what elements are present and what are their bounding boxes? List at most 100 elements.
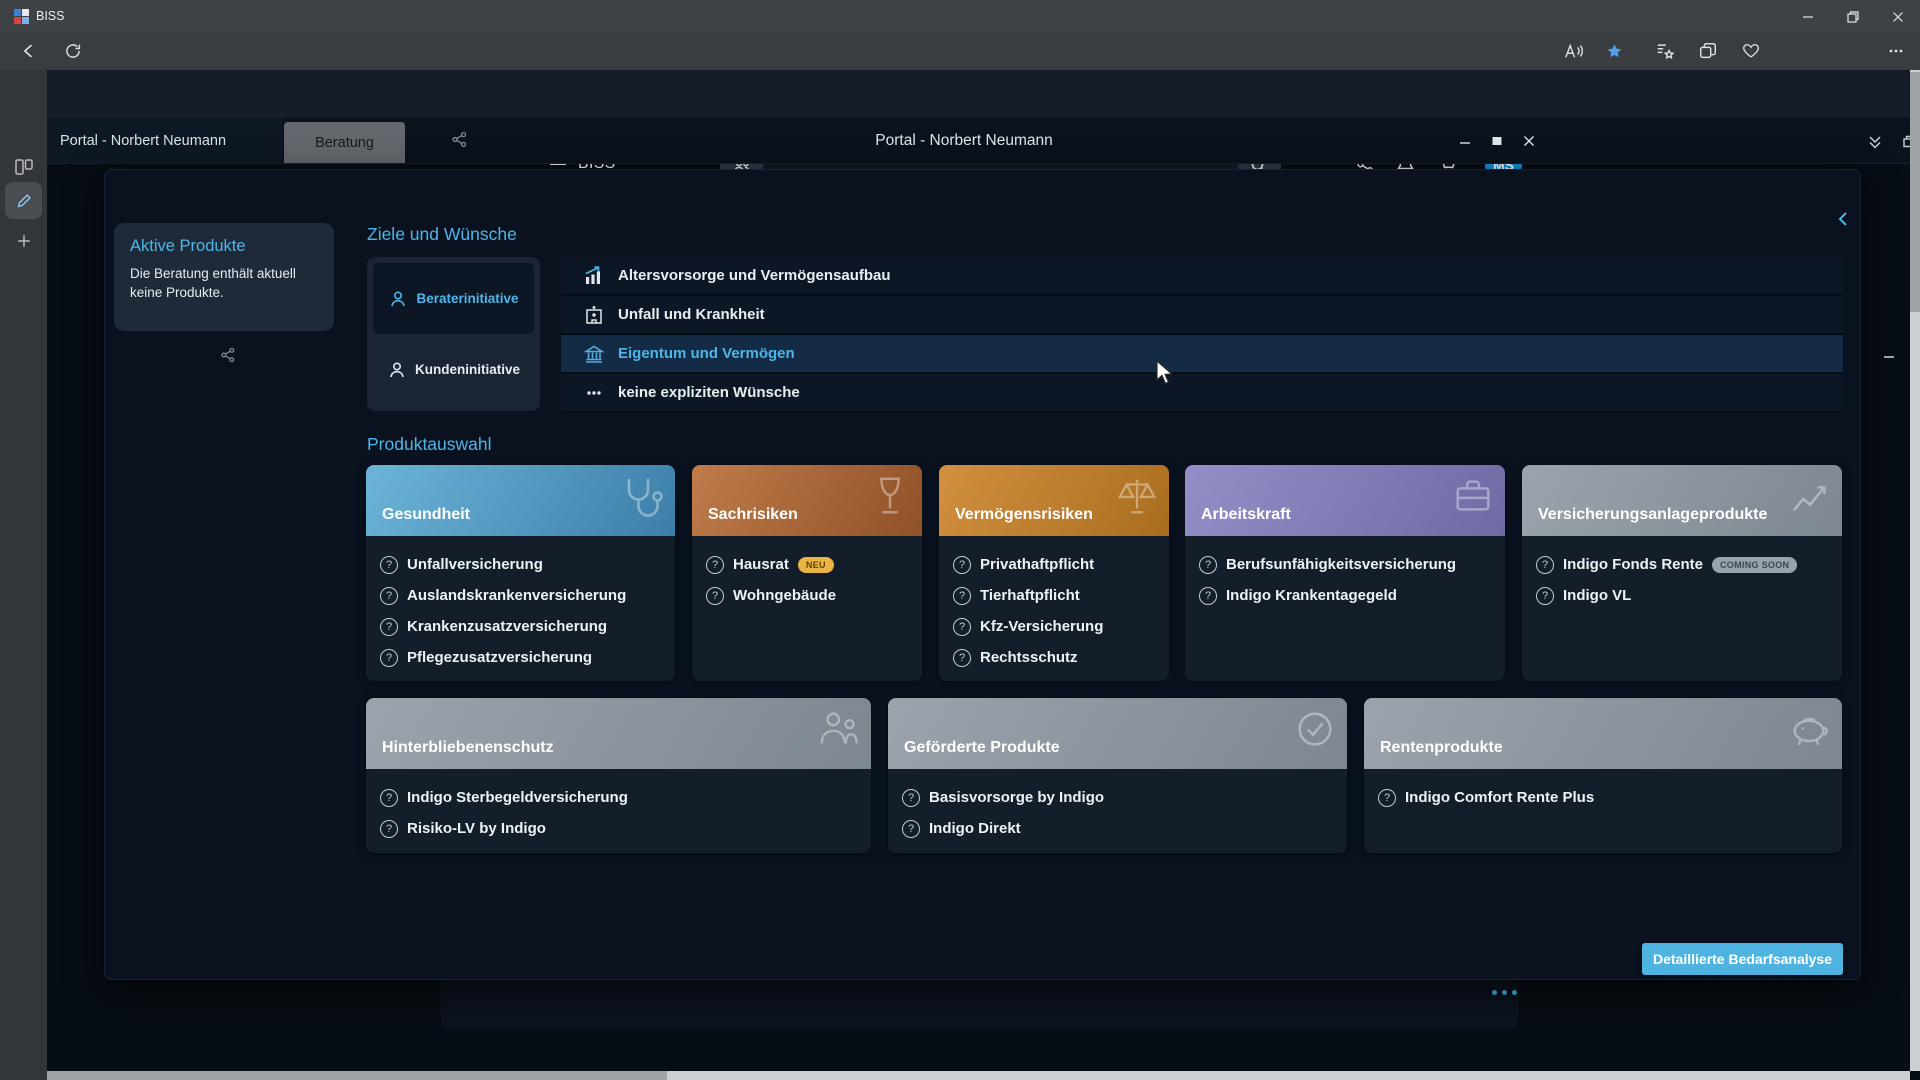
favorite-star-icon[interactable] <box>1597 37 1631 65</box>
help-icon: ? <box>1536 587 1554 605</box>
read-aloud-icon[interactable] <box>1557 37 1591 65</box>
active-products-title: Aktive Produkte <box>130 237 318 256</box>
active-products-body: Die Beratung enthält aktuell keine Produ… <box>130 265 318 303</box>
tab-portal[interactable]: Portal - Norbert Neumann <box>47 118 282 163</box>
product-item[interactable]: ? Indigo Fonds Rente COMING SOON <box>1536 549 1828 580</box>
help-icon: ? <box>953 556 971 574</box>
product-card-hinterbliebenenschutz: Hinterbliebenenschutz ?Indigo Sterbegeld… <box>366 698 871 853</box>
beratung-window-titlebar: Beratung <box>104 169 1861 203</box>
card-title: Vermögensrisiken <box>955 506 1093 524</box>
portal-maximize-button[interactable] <box>1484 128 1510 154</box>
product-item[interactable]: ? Privathaftpflicht <box>953 549 1155 580</box>
goal-row-eigentum[interactable]: Eigentum und Vermögen <box>561 335 1843 374</box>
browser-tab-title[interactable]: BISS <box>36 9 65 23</box>
beratung-minimize-button[interactable] <box>1876 342 1902 368</box>
collapse-panel-chevron-icon[interactable] <box>1838 212 1848 226</box>
card-title: Versicherungsanlageprodukte <box>1538 506 1767 524</box>
back-icon[interactable] <box>12 37 46 65</box>
help-icon: ? <box>902 820 920 838</box>
product-label: Hausrat <box>733 556 789 573</box>
product-item[interactable]: ? Hausrat NEU <box>706 549 908 580</box>
help-icon: ? <box>953 618 971 636</box>
help-icon: ? <box>380 789 398 807</box>
window-minimize-button[interactable] <box>1785 0 1830 33</box>
active-products-card: Aktive Produkte Die Beratung enthält akt… <box>114 223 334 331</box>
product-item[interactable]: ?Indigo Comfort Rente Plus <box>1378 782 1828 813</box>
product-item[interactable]: ?Auslandskrankenversicherung <box>380 580 661 611</box>
window-close-button[interactable] <box>1875 0 1920 33</box>
vertical-scrollbar-thumb[interactable] <box>1910 72 1920 312</box>
goal-row-altersvorsorge[interactable]: Altersvorsorge und Vermögensaufbau <box>561 257 1843 296</box>
product-item[interactable]: ?Unfallversicherung <box>380 549 661 580</box>
product-card-rentenprodukte: Rentenprodukte ?Indigo Comfort Rente Plu… <box>1364 698 1842 853</box>
beratung-window-icon <box>220 347 236 363</box>
tab-beratung[interactable]: Beratung <box>284 122 405 163</box>
browser-titlebar: BISS <box>0 0 1920 33</box>
product-label: Berufsunfähigkeitsversicherung <box>1226 556 1456 573</box>
horizontal-scrollbar-thumb[interactable] <box>47 1071 667 1080</box>
product-item[interactable]: ?Wohngebäude <box>706 580 908 611</box>
product-item[interactable]: ?Kfz-Versicherung <box>953 611 1155 642</box>
piggy-bank-icon <box>1788 707 1832 751</box>
product-label: Indigo Fonds Rente <box>1563 556 1703 573</box>
app-header: BISS <box>47 70 1910 118</box>
product-label: Krankenzusatzversicherung <box>407 618 607 635</box>
product-label: Indigo Comfort Rente Plus <box>1405 789 1594 806</box>
product-label: Wohngebäude <box>733 587 836 604</box>
initiative-panel: Beraterinitiative Kundeninitiative <box>367 257 540 411</box>
more-menu-icon[interactable] <box>1492 990 1517 995</box>
goal-row-keine-wuensche[interactable]: keine expliziten Wünsche <box>561 374 1843 413</box>
goals-list: Altersvorsorge und Vermögensaufbau Unfal… <box>561 257 1843 413</box>
new-tab-icon[interactable] <box>5 222 42 259</box>
initiative-berater-button[interactable]: Beraterinitiative <box>373 263 534 334</box>
vertical-tabs-icon[interactable] <box>5 148 42 185</box>
product-item[interactable]: ?Tierhaftpflicht <box>953 580 1155 611</box>
family-icon <box>817 707 861 751</box>
product-item[interactable]: ? Basisvorsorge by Indigo <box>902 782 1333 813</box>
help-icon: ? <box>902 789 920 807</box>
goal-label: Eigentum und Vermögen <box>618 345 795 362</box>
collections-icon[interactable] <box>1691 37 1725 65</box>
product-item[interactable]: ?Krankenzusatzversicherung <box>380 611 661 642</box>
detail-analysis-button[interactable]: Detaillierte Bedarfsanalyse <box>1642 943 1843 975</box>
detail-analysis-label: Detaillierte Bedarfsanalyse <box>1653 951 1832 967</box>
scales-icon <box>1115 474 1159 518</box>
product-item[interactable]: ?Indigo VL <box>1536 580 1828 611</box>
browser-menu-icon[interactable] <box>1879 37 1913 65</box>
coming-soon-badge: COMING SOON <box>1712 557 1797 573</box>
product-item[interactable]: ?Risiko-LV by Indigo <box>380 813 857 844</box>
goal-row-unfall[interactable]: Unfall und Krankheit <box>561 296 1843 335</box>
initiative-kunden-button[interactable]: Kundeninitiative <box>373 334 534 405</box>
product-item[interactable]: ?Rechtsschutz <box>953 642 1155 673</box>
product-label: Basisvorsorge by Indigo <box>929 789 1104 806</box>
help-icon: ? <box>953 649 971 667</box>
portal-close-button[interactable] <box>1516 128 1542 154</box>
favorites-bar-icon[interactable] <box>1648 37 1682 65</box>
product-label: Unfallversicherung <box>407 556 543 573</box>
product-label: Privathaftpflicht <box>980 556 1094 573</box>
browser-essentials-icon[interactable] <box>1734 37 1768 65</box>
edge-sidebar <box>0 70 47 1080</box>
products-heading: Produktauswahl <box>367 434 492 455</box>
stethoscope-icon <box>619 474 665 520</box>
initiative-berater-label: Beraterinitiative <box>416 291 518 306</box>
browser-window-controls <box>1785 0 1920 33</box>
product-item[interactable]: ?Indigo Krankentagegeld <box>1199 580 1491 611</box>
portal-minimize-button[interactable] <box>1452 128 1478 154</box>
collapse-all-icon[interactable] <box>1862 128 1888 154</box>
hospital-icon <box>583 304 605 326</box>
card-title: Sachrisiken <box>708 506 798 524</box>
product-item[interactable]: ?Indigo Direkt <box>902 813 1333 844</box>
card-title: Rentenprodukte <box>1380 739 1503 757</box>
active-sidebar-tool-icon[interactable] <box>5 182 42 219</box>
refresh-icon[interactable] <box>56 37 90 65</box>
card-title: Gesundheit <box>382 506 470 524</box>
window-restore-button[interactable] <box>1830 0 1875 33</box>
bank-icon <box>583 343 605 365</box>
product-item[interactable]: ?Berufsunfähigkeitsversicherung <box>1199 549 1491 580</box>
portal-window-controls <box>1452 128 1542 154</box>
product-item[interactable]: ?Indigo Sterbegeldversicherung <box>380 782 857 813</box>
card-title: Arbeitskraft <box>1201 506 1291 524</box>
help-icon: ? <box>380 820 398 838</box>
product-item[interactable]: ?Pflegezusatzversicherung <box>380 642 661 673</box>
